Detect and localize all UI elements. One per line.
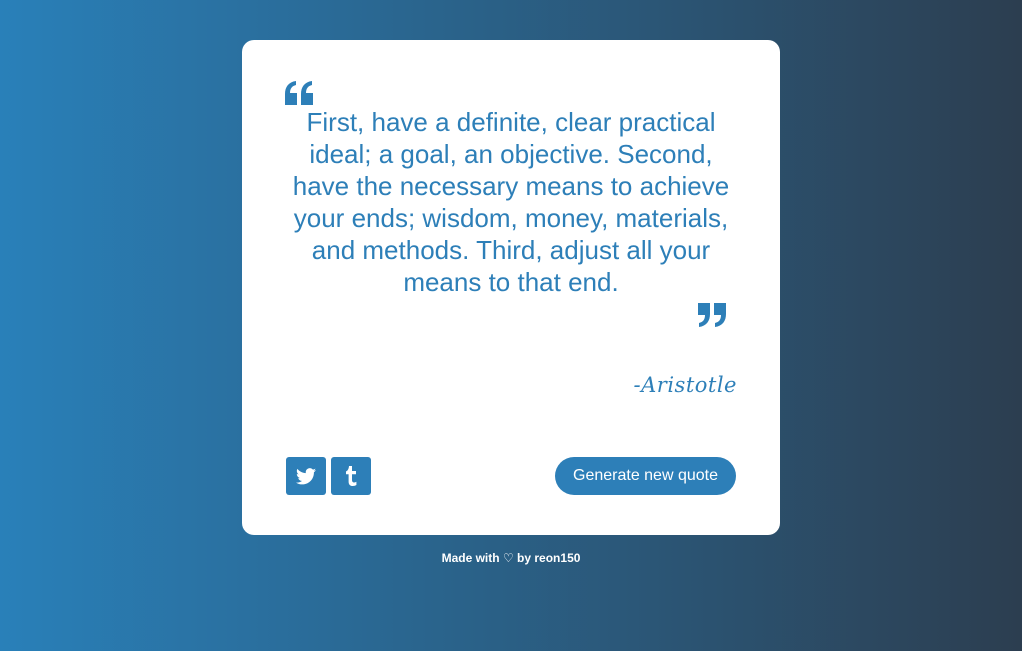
generate-quote-button[interactable]: Generate new quote xyxy=(555,457,736,495)
quote-author: -Aristotle xyxy=(633,373,737,397)
tumblr-button[interactable] xyxy=(331,457,371,495)
quote-open-icon xyxy=(285,81,313,105)
footer-prefix: Made with xyxy=(441,551,500,565)
tumblr-icon xyxy=(346,466,357,486)
quote-text: First, have a definite, clear practical … xyxy=(292,107,730,297)
tweet-button[interactable] xyxy=(286,457,326,495)
footer-suffix: by reon150 xyxy=(517,551,581,565)
heart-icon: ♡ xyxy=(502,551,514,565)
footer-credit: Made with ♡ by reon150 xyxy=(0,551,1022,565)
twitter-icon xyxy=(296,467,316,484)
quote-card: First, have a definite, clear practical … xyxy=(242,40,780,535)
quote-close-icon xyxy=(698,303,726,327)
